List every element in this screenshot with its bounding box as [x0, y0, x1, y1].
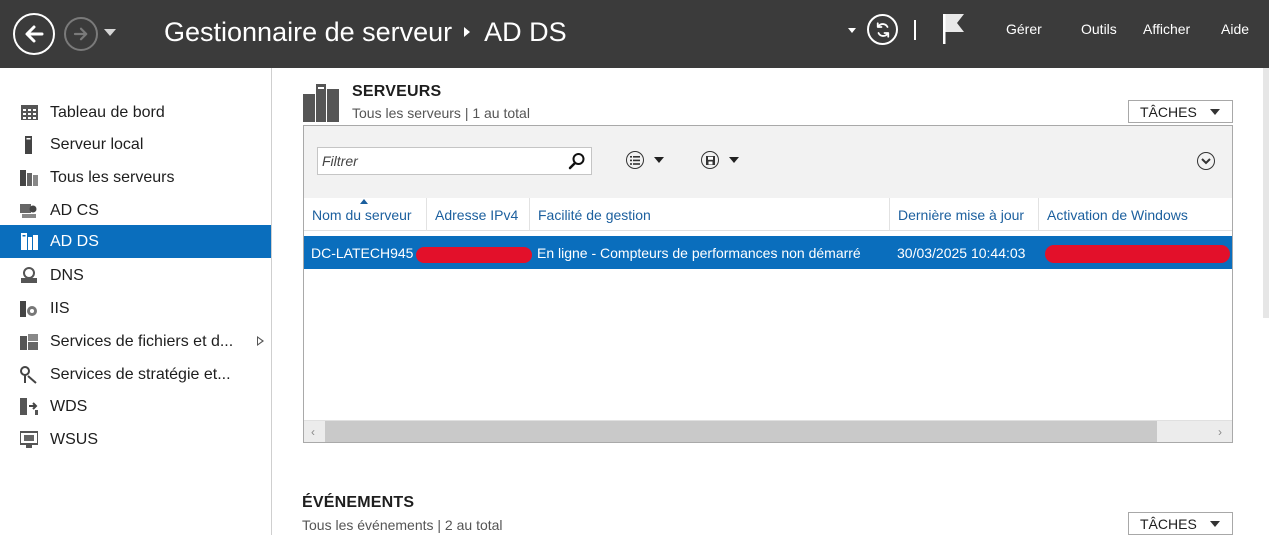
menu-outils[interactable]: Outils: [1081, 21, 1117, 37]
refresh-icon: [876, 21, 889, 38]
table-row[interactable]: DC-LATECH945 En ligne - Compteurs de per…: [304, 236, 1232, 269]
forward-button[interactable]: [64, 17, 98, 51]
chevron-down-icon: [654, 157, 664, 163]
all-servers-icon: [20, 169, 38, 187]
sidebar-item-wsus[interactable]: WSUS: [0, 423, 271, 456]
redaction-mark: [1045, 245, 1230, 263]
back-button[interactable]: [13, 13, 55, 55]
sidebar-item-services-de-fichiers[interactable]: Services de fichiers et d...: [0, 325, 271, 358]
notifications-flag-icon[interactable]: [940, 12, 970, 46]
chevron-down-icon: [729, 157, 739, 163]
file-services-icon: [20, 333, 38, 351]
certificate-services-icon: [20, 202, 38, 220]
events-section-title: ÉVÉNEMENTS: [302, 494, 415, 511]
sidebar-item-label: IIS: [50, 299, 70, 317]
servers-toolbar: [304, 126, 1232, 198]
sidebar-item-dns[interactable]: DNS: [0, 259, 271, 292]
list-icon: [626, 151, 644, 169]
dashboard-icon: [20, 104, 38, 122]
column-header-ipv4[interactable]: Adresse IPv4: [427, 198, 530, 231]
events-section-subtitle: Tous les événements | 2 au total: [302, 517, 503, 533]
sidebar-item-tous-les-serveurs[interactable]: Tous les serveurs: [0, 161, 271, 194]
breadcrumb-app-title[interactable]: Gestionnaire de serveur: [164, 17, 452, 48]
iis-icon: [20, 300, 38, 318]
breadcrumb-current-page: AD DS: [484, 16, 567, 47]
sidebar-item-label: WSUS: [50, 430, 98, 448]
tasks-label: TÂCHES: [1140, 103, 1197, 120]
sidebar-item-label: WDS: [50, 397, 88, 415]
column-header-server-name[interactable]: Nom du serveur: [304, 198, 427, 231]
sidebar-item-serveur-local[interactable]: Serveur local: [0, 128, 271, 161]
sidebar-item-services-de-strategie[interactable]: Services de stratégie et...: [0, 358, 271, 391]
chevron-right-icon: [464, 27, 471, 37]
chevron-down-icon: [1201, 157, 1211, 164]
local-server-icon: [20, 135, 38, 154]
cell-last-update: 30/03/2025 10:44:03: [897, 244, 1026, 261]
breadcrumb-dropdown-button[interactable]: [848, 28, 856, 33]
chevron-down-icon: [1210, 521, 1220, 527]
events-tasks-button[interactable]: TÂCHES: [1128, 512, 1233, 535]
chevron-down-icon: [1210, 109, 1220, 115]
directory-services-icon: [20, 233, 38, 251]
scroll-left-icon[interactable]: ‹: [311, 426, 315, 438]
servers-panel: Nom du serveur Adresse IPv4 Facilité de …: [303, 125, 1233, 443]
menu-aide[interactable]: Aide: [1221, 21, 1249, 37]
sort-ascending-icon: [360, 199, 368, 204]
servers-tasks-button[interactable]: TÂCHES: [1128, 100, 1233, 123]
column-header-windows-activation[interactable]: Activation de Windows: [1039, 198, 1232, 231]
servers-section-subtitle: Tous les serveurs | 1 au total: [352, 105, 530, 121]
menu-afficher[interactable]: Afficher: [1143, 21, 1190, 37]
wsus-icon: [20, 431, 38, 449]
sidebar-item-label: Tous les serveurs: [50, 168, 175, 186]
search-icon[interactable]: [568, 152, 586, 170]
servers-section-title: SERVEURS: [352, 83, 442, 100]
dns-icon: [20, 267, 38, 285]
sidebar-item-iis[interactable]: IIS: [0, 292, 271, 325]
sidebar-item-label: Services de fichiers et d...: [50, 332, 234, 350]
breadcrumb: Gestionnaire de serveur AD DS: [164, 14, 567, 50]
horizontal-scrollbar[interactable]: ‹ ›: [304, 420, 1232, 442]
expand-toolbar-button[interactable]: [1197, 152, 1215, 170]
arrow-right-icon: [73, 27, 88, 41]
scroll-right-icon[interactable]: ›: [1218, 426, 1222, 438]
view-options-button[interactable]: [626, 150, 664, 170]
menu-gerer[interactable]: Gérer: [1006, 21, 1042, 37]
sidebar: Tableau de bord Serveur local Tous les s…: [0, 68, 272, 535]
sidebar-item-ad-ds[interactable]: AD DS: [0, 225, 271, 258]
refresh-button[interactable]: [867, 14, 898, 45]
servers-table-header: Nom du serveur Adresse IPv4 Facilité de …: [304, 198, 1232, 231]
sidebar-item-label: Serveur local: [50, 135, 144, 153]
cell-server-name: DC-LATECH945: [311, 244, 414, 261]
sidebar-item-label: Services de stratégie et...: [50, 365, 231, 383]
chevron-right-icon[interactable]: [257, 336, 264, 346]
title-bar: Gestionnaire de serveur AD DS Gérer Outi…: [0, 0, 1269, 68]
servers-section-icon: [303, 84, 339, 122]
toolbar-divider: [914, 20, 916, 40]
tasks-label: TÂCHES: [1140, 515, 1197, 532]
cell-manageability: En ligne - Compteurs de performances non…: [537, 244, 861, 261]
sidebar-item-tableau-de-bord[interactable]: Tableau de bord: [0, 96, 271, 129]
sidebar-item-label: Tableau de bord: [50, 103, 165, 121]
history-dropdown-button[interactable]: [104, 29, 116, 36]
arrow-left-icon: [25, 25, 44, 43]
sidebar-item-label: DNS: [50, 266, 84, 284]
vertical-scrollbar[interactable]: [1263, 68, 1269, 318]
scrollbar-thumb[interactable]: [325, 421, 1157, 442]
redaction-mark: [416, 247, 532, 263]
main-content: SERVEURS Tous les serveurs | 1 au total …: [273, 68, 1269, 535]
sidebar-item-wds[interactable]: WDS: [0, 390, 271, 423]
wds-icon: [20, 398, 38, 416]
sidebar-item-label: AD CS: [50, 201, 99, 219]
policy-services-icon: [20, 365, 38, 384]
sidebar-item-ad-cs[interactable]: AD CS: [0, 194, 271, 227]
save-icon: [701, 151, 719, 169]
column-header-last-update[interactable]: Dernière mise à jour: [890, 198, 1039, 231]
save-query-button[interactable]: [701, 150, 739, 170]
filter-input[interactable]: [317, 147, 592, 175]
sidebar-item-label: AD DS: [50, 232, 99, 250]
column-header-manageability[interactable]: Facilité de gestion: [530, 198, 890, 231]
